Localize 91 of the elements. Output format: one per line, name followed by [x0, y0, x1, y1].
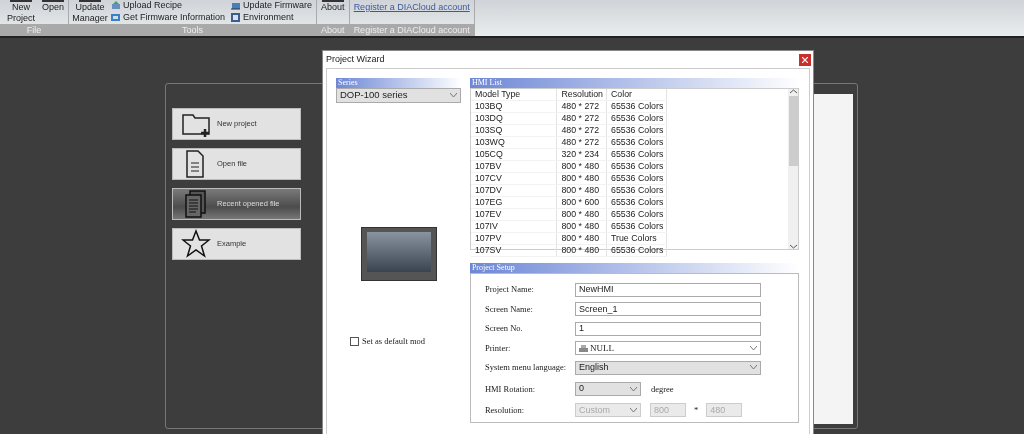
- monitor-icon: [111, 13, 122, 22]
- printer-dropdown[interactable]: NULL: [574, 341, 761, 356]
- dialog-title: Project Wizard: [326, 52, 385, 66]
- column-header: Resolution: [556, 89, 607, 101]
- ribbon-group-label: File: [0, 24, 69, 36]
- rotation-dropdown[interactable]: 0: [574, 382, 641, 396]
- table-cell: 65536 Colors: [606, 220, 667, 233]
- checkbox[interactable]: [350, 336, 359, 346]
- table-cell: 800 * 480: [556, 208, 607, 221]
- table-cell: 107SV: [470, 244, 557, 257]
- field-label: Printer:: [484, 341, 512, 355]
- field-label: Resolution:: [484, 403, 526, 417]
- table-cell: 480 * 272: [556, 124, 607, 137]
- printer-icon: [578, 344, 588, 352]
- ribbon-button[interactable]: Update Firmware: [231, 0, 313, 11]
- column-header: Color: [606, 89, 667, 101]
- chevron-down-icon: [749, 345, 757, 351]
- close-icon: [802, 56, 808, 63]
- field-label: System menu language:: [484, 361, 568, 375]
- table-cell: 800 * 480: [556, 220, 607, 233]
- table-cell: 103BQ: [470, 100, 557, 113]
- chevron-up-icon: [789, 89, 797, 94]
- table-cell: 800 * 480: [556, 244, 607, 257]
- table-cell: 107CV: [470, 172, 557, 185]
- table-cell: 103DQ: [470, 112, 557, 125]
- input-field[interactable]: Screen_1: [574, 302, 761, 317]
- chevron-down-icon: [449, 93, 457, 98]
- chevron-down-icon: [789, 244, 797, 249]
- register-link[interactable]: Register a DIACloud account: [353, 1, 470, 15]
- star-icon: [181, 229, 211, 259]
- table-cell: 65536 Colors: [606, 136, 667, 149]
- language-dropdown[interactable]: English: [574, 360, 761, 375]
- table-cell: 65536 Colors: [606, 148, 667, 161]
- table-cell: 480 * 272: [556, 136, 607, 149]
- unit-label: degree: [650, 382, 674, 396]
- table-cell: 65536 Colors: [606, 100, 667, 113]
- ribbon-group-label: Tools: [69, 24, 317, 36]
- table-cell: 65536 Colors: [606, 124, 667, 137]
- ribbon-button[interactable]: Upload Recipe: [111, 0, 226, 11]
- section-header: Series: [336, 78, 461, 88]
- table-cell: 480 * 272: [556, 100, 607, 113]
- series-dropdown[interactable]: DOP-100 series: [336, 88, 461, 103]
- monitor-icon: [231, 1, 242, 10]
- table-cell: 103SQ: [470, 124, 557, 137]
- table-cell: 480 * 272: [556, 112, 607, 125]
- field-label: HMI Rotation:: [484, 382, 537, 396]
- table-cell: 65536 Colors: [606, 244, 667, 257]
- table-cell: 65536 Colors: [606, 160, 667, 173]
- ribbon-button[interactable]: Update Manager: [73, 0, 108, 24]
- table-cell: 107EG: [470, 196, 557, 209]
- scrollbar[interactable]: [788, 89, 798, 249]
- chevron-down-icon: [749, 365, 757, 371]
- table-cell: 65536 Colors: [606, 112, 667, 125]
- table-cell: 800 * 480: [556, 172, 607, 185]
- checkbox-label: Set as default mod: [362, 335, 426, 348]
- table-cell: 800 * 480: [556, 160, 607, 173]
- table-cell: 800 * 600: [556, 196, 607, 209]
- input-field[interactable]: 1: [574, 321, 761, 336]
- chevron-down-icon: [629, 407, 637, 413]
- separator-text: *: [693, 403, 699, 417]
- ribbon-button[interactable]: Get Firmware Information: [111, 12, 226, 23]
- close-button[interactable]: [799, 53, 811, 66]
- field-label: Screen No.: [484, 322, 524, 336]
- table-cell: 105CQ: [470, 148, 557, 161]
- table-cell: 65536 Colors: [606, 172, 667, 185]
- field-label: Project Name:: [484, 283, 535, 297]
- table-cell: 800 * 480: [556, 184, 607, 197]
- ribbon-button[interactable]: Environment: [231, 12, 313, 23]
- table-cell: 107DV: [470, 184, 557, 197]
- chevron-down-icon: [629, 386, 637, 392]
- table-cell: 65536 Colors: [606, 196, 667, 209]
- table-cell: True Colors: [606, 232, 667, 245]
- ribbon-button[interactable]: Open: [42, 0, 65, 13]
- column-header: Model Type: [470, 89, 557, 101]
- ribbon-group-label: Register a DIACloud account: [349, 24, 474, 36]
- table-cell: 65536 Colors: [606, 184, 667, 197]
- table-cell: 103WQ: [470, 136, 557, 149]
- window-icon: [231, 13, 242, 22]
- upload-icon: [111, 1, 122, 10]
- field-label: Screen Name:: [484, 302, 534, 316]
- table-cell: 107EV: [470, 208, 557, 221]
- ribbon-button[interactable]: About: [321, 0, 345, 13]
- table-cell: 107IV: [470, 220, 557, 233]
- table-cell: 320 * 234: [556, 148, 607, 161]
- table-cell: 65536 Colors: [606, 208, 667, 221]
- ribbon-button[interactable]: New Project: [4, 0, 38, 24]
- input-field[interactable]: NewHMI: [574, 282, 761, 297]
- table-cell: 107BV: [470, 160, 557, 173]
- table-cell: 800 * 480: [556, 232, 607, 245]
- ribbon-group-label: About: [317, 24, 349, 36]
- table-cell: 107PV: [470, 232, 557, 245]
